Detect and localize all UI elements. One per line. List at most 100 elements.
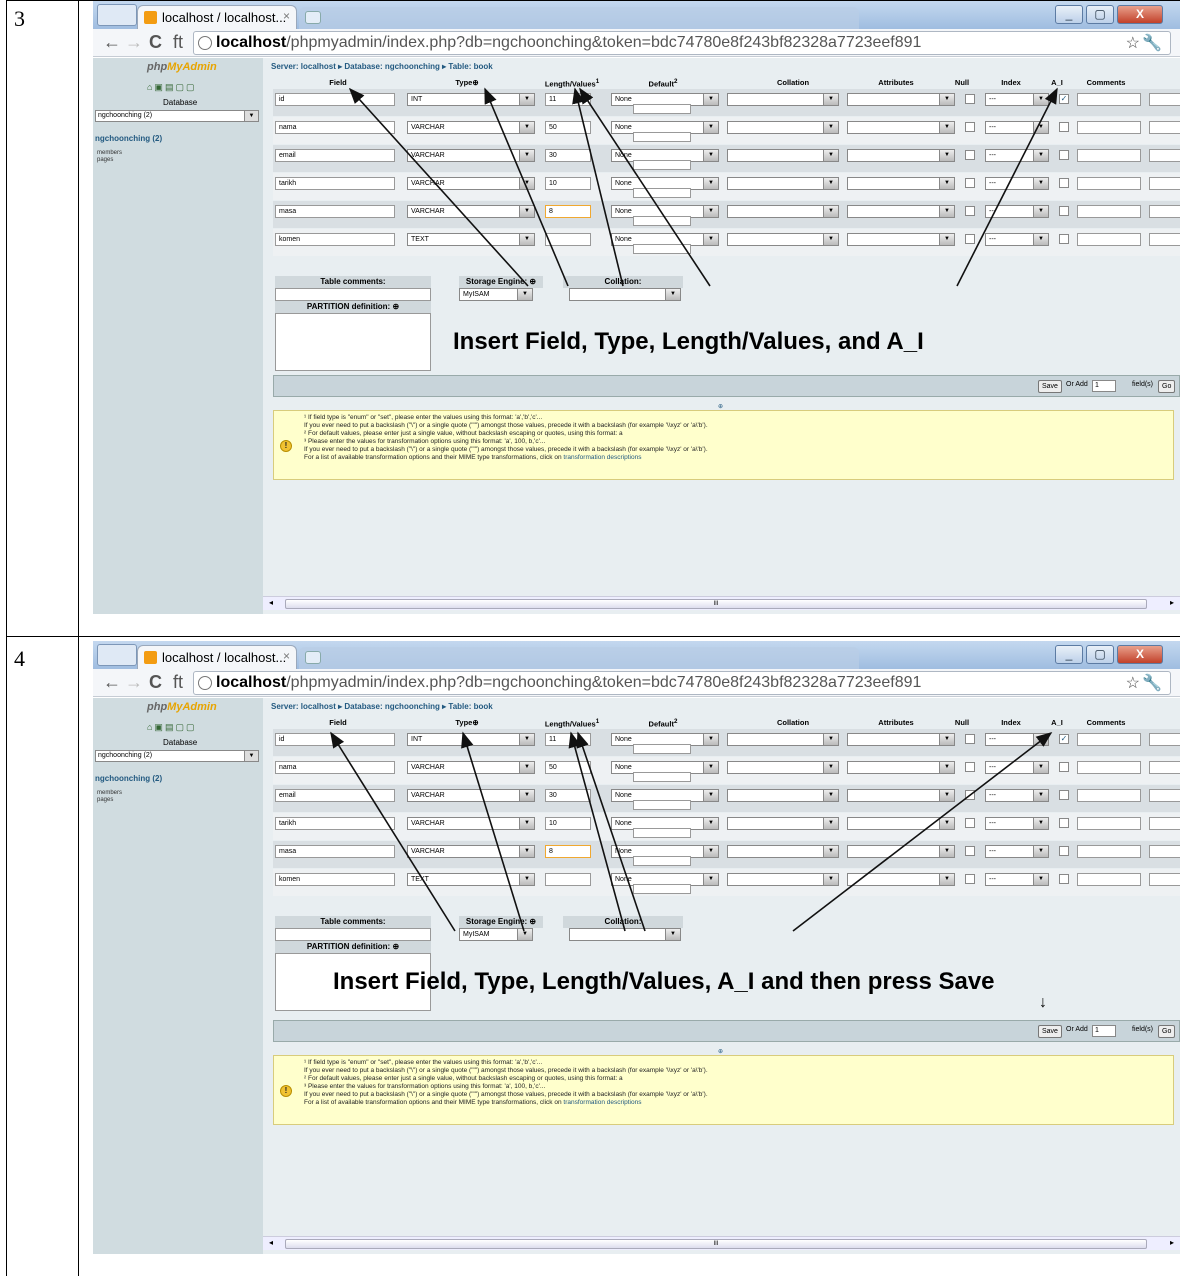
field-name-input[interactable]: email	[275, 789, 395, 802]
default-value-input[interactable]	[633, 828, 691, 838]
extra-input[interactable]	[1149, 845, 1180, 858]
background-tab[interactable]	[299, 647, 859, 669]
null-checkbox[interactable]	[965, 762, 975, 772]
address-bar[interactable]: localhost/phpmyadmin/index.php?db=ngchoo…	[193, 31, 1171, 55]
attributes-select[interactable]: ▼	[847, 733, 955, 746]
default-value-input[interactable]	[633, 104, 691, 114]
ai-checkbox[interactable]	[1059, 178, 1069, 188]
null-checkbox[interactable]	[965, 150, 975, 160]
ai-checkbox[interactable]	[1059, 818, 1069, 828]
index-select[interactable]: --- ▼	[985, 205, 1049, 218]
database-select[interactable]: ngchoonching (2) ▼	[95, 110, 259, 122]
collation-select[interactable]: ▼	[727, 233, 839, 246]
ai-checkbox[interactable]	[1059, 122, 1069, 132]
horizontal-scrollbar[interactable]: ◂ III ▸	[263, 596, 1180, 610]
maximize-button[interactable]: ▢	[1086, 645, 1114, 664]
extra-input[interactable]	[1149, 873, 1180, 886]
field-name-input[interactable]: id	[275, 733, 395, 746]
null-checkbox[interactable]	[965, 874, 975, 884]
transformation-link[interactable]: transformation descriptions	[563, 454, 641, 461]
add-fields-input[interactable]: 1	[1092, 380, 1116, 392]
type-select[interactable]: VARCHAR ▼	[407, 845, 535, 858]
ai-checkbox[interactable]	[1059, 234, 1069, 244]
comments-input[interactable]	[1077, 205, 1141, 218]
default-value-input[interactable]	[633, 132, 691, 142]
default-value-input[interactable]	[633, 744, 691, 754]
null-checkbox[interactable]	[965, 122, 975, 132]
index-select[interactable]: --- ▼	[985, 845, 1049, 858]
new-tab-icon[interactable]	[305, 651, 321, 664]
save-button[interactable]: Save	[1038, 380, 1062, 393]
ai-checkbox[interactable]: ✓	[1059, 94, 1069, 104]
add-fields-input[interactable]: 1	[1092, 1025, 1116, 1037]
collation-select[interactable]: ▼	[727, 761, 839, 774]
index-select[interactable]: --- ▼	[985, 93, 1049, 106]
comments-input[interactable]	[1077, 761, 1141, 774]
length-input[interactable]: 8	[545, 205, 591, 218]
reload-icon[interactable]: C	[149, 672, 162, 692]
extra-input[interactable]	[1149, 93, 1180, 106]
index-select[interactable]: --- ▼	[985, 761, 1049, 774]
ai-checkbox[interactable]	[1059, 150, 1069, 160]
type-select[interactable]: VARCHAR ▼	[407, 205, 535, 218]
collation-select[interactable]: ▼	[727, 733, 839, 746]
comments-input[interactable]	[1077, 873, 1141, 886]
collation-select[interactable]: ▼	[727, 845, 839, 858]
field-name-input[interactable]: komen	[275, 233, 395, 246]
comments-input[interactable]	[1077, 789, 1141, 802]
field-name-input[interactable]: masa	[275, 205, 395, 218]
browser-profile-icon[interactable]	[97, 4, 137, 26]
table-link[interactable]: pages	[97, 157, 122, 164]
comments-input[interactable]	[1077, 93, 1141, 106]
table-comments-input[interactable]	[275, 928, 431, 941]
extra-input[interactable]	[1149, 817, 1180, 830]
collation-select[interactable]: ▼	[569, 928, 681, 941]
attributes-select[interactable]: ▼	[847, 121, 955, 134]
null-checkbox[interactable]	[965, 790, 975, 800]
extra-input[interactable]	[1149, 789, 1180, 802]
length-input[interactable]: 10	[545, 177, 591, 190]
attributes-select[interactable]: ▼	[847, 789, 955, 802]
null-checkbox[interactable]	[965, 818, 975, 828]
attributes-select[interactable]: ▼	[847, 817, 955, 830]
default-value-input[interactable]	[633, 884, 691, 894]
length-input[interactable]: 30	[545, 789, 591, 802]
field-name-input[interactable]: komen	[275, 873, 395, 886]
table-link[interactable]: members	[97, 150, 122, 157]
help-icon[interactable]: ⊕	[718, 403, 723, 410]
length-input[interactable]: 8	[545, 845, 591, 858]
collation-select[interactable]: ▼	[727, 789, 839, 802]
attributes-select[interactable]: ▼	[847, 149, 955, 162]
go-button[interactable]: Go	[1158, 380, 1176, 393]
type-select[interactable]: TEXT ▼	[407, 873, 535, 886]
type-select[interactable]: VARCHAR ▼	[407, 817, 535, 830]
help-icon[interactable]: ⊕	[718, 1048, 723, 1055]
extra-input[interactable]	[1149, 233, 1180, 246]
default-value-input[interactable]	[633, 772, 691, 782]
bookmark-star-icon[interactable]: ☆	[1126, 673, 1140, 694]
table-link[interactable]: pages	[97, 797, 122, 804]
length-input[interactable]: 50	[545, 121, 591, 134]
index-select[interactable]: --- ▼	[985, 121, 1049, 134]
ai-checkbox[interactable]	[1059, 206, 1069, 216]
minimize-button[interactable]: _	[1055, 5, 1083, 24]
length-input[interactable]: 50	[545, 761, 591, 774]
null-checkbox[interactable]	[965, 734, 975, 744]
default-value-input[interactable]	[633, 188, 691, 198]
attributes-select[interactable]: ▼	[847, 205, 955, 218]
null-checkbox[interactable]	[965, 234, 975, 244]
index-select[interactable]: --- ▼	[985, 873, 1049, 886]
ai-checkbox[interactable]	[1059, 874, 1069, 884]
home-icon[interactable]: ft	[173, 32, 183, 52]
storage-engine-select[interactable]: MyISAM ▼	[459, 288, 533, 301]
null-checkbox[interactable]	[965, 206, 975, 216]
collation-select[interactable]: ▼	[727, 205, 839, 218]
extra-input[interactable]	[1149, 733, 1180, 746]
length-input[interactable]	[545, 873, 591, 886]
type-select[interactable]: VARCHAR ▼	[407, 177, 535, 190]
collation-select[interactable]: ▼	[727, 817, 839, 830]
ai-checkbox[interactable]	[1059, 762, 1069, 772]
tab-close-icon[interactable]: ×	[283, 9, 290, 23]
transformation-link[interactable]: transformation descriptions	[563, 1099, 641, 1106]
index-select[interactable]: --- ▼	[985, 733, 1049, 746]
